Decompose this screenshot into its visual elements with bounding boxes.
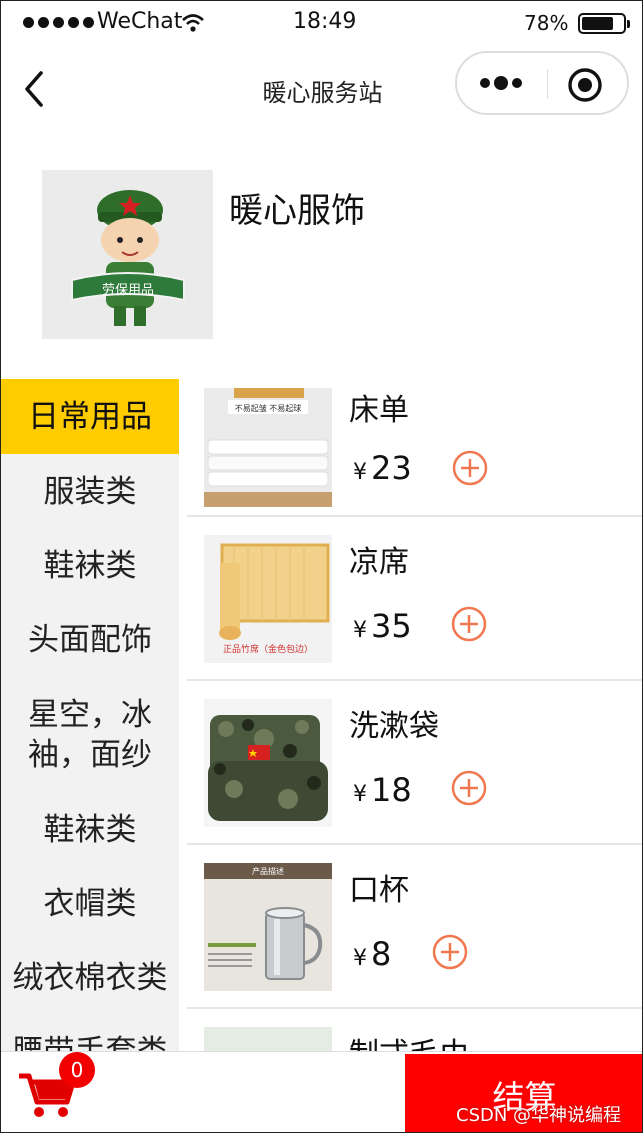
mini-program-capsule [455, 51, 629, 115]
price-value: 23 [371, 449, 412, 487]
product-price: ¥23 [353, 449, 412, 487]
product-name: 洗漱袋 [349, 709, 439, 744]
product-name: 口杯 [349, 873, 409, 908]
product-card[interactable]: 洗漱袋 ¥18 [187, 681, 642, 843]
category-item-shoes-socks-2[interactable]: 鞋袜类 [1, 793, 179, 867]
signal-strength-icon [23, 17, 94, 28]
product-card[interactable]: 正品竹席（金色包边） 凉席 ¥35 [187, 517, 642, 679]
category-item-shoes-socks[interactable]: 鞋袜类 [1, 529, 179, 603]
product-list: 不易起皱 不易起球 床单 ¥23 正品竹席（金色包边） 凉席 ¥ 35 洗漱袋 … [187, 379, 642, 1051]
product-image [204, 699, 332, 827]
carrier-name: WeChat [97, 9, 183, 34]
product-price: ¥35 [353, 607, 412, 645]
currency-symbol: ¥ [353, 946, 367, 971]
category-item-coats[interactable]: 绒衣棉衣类 [1, 941, 179, 1015]
product-image [204, 1027, 332, 1051]
battery-icon [578, 13, 630, 34]
product-image: 正品竹席（金色包边） [204, 535, 332, 663]
add-to-cart-icon[interactable] [450, 605, 488, 643]
product-image-caption: 不易起皱 不易起球 [235, 403, 302, 413]
capsule-divider [547, 69, 548, 99]
category-item-hats[interactable]: 衣帽类 [1, 867, 179, 941]
category-item-sleeves-veils[interactable]: 星空，冰袖，面纱 [1, 677, 179, 793]
price-value: 35 [371, 607, 412, 645]
more-dots-icon[interactable] [479, 73, 525, 93]
shop-name: 暖心服饰 [229, 191, 365, 231]
price-value: 18 [371, 771, 412, 809]
category-sidebar: 日常用品 服装类 鞋袜类 头面配饰 星空，冰袖，面纱 鞋袜类 衣帽类 绒衣棉衣类… [1, 379, 179, 1051]
product-card[interactable]: 制式毛巾 [187, 1009, 642, 1051]
status-bar: WeChat 18:49 78% [1, 1, 642, 47]
product-image-caption: 正品竹席（金色包边） [223, 643, 313, 655]
currency-symbol: ¥ [353, 460, 367, 485]
shop-header: 劳保用品 暖心服饰 [1, 131, 642, 379]
product-card[interactable]: 不易起皱 不易起球 床单 ¥23 [187, 379, 642, 515]
product-image-caption: 产品描述 [252, 866, 284, 876]
product-price: ¥8 [353, 935, 391, 973]
navigation-bar: 暖心服务站 [1, 47, 642, 131]
product-name: 凉席 [349, 545, 409, 580]
currency-symbol: ¥ [353, 618, 367, 643]
category-item-belts-gloves[interactable]: 腰带手套类 [1, 1015, 179, 1051]
add-to-cart-icon[interactable] [450, 769, 488, 807]
logo-caption: 劳保用品 [102, 282, 154, 298]
battery-percent: 78% [524, 11, 569, 35]
category-item-daily[interactable]: 日常用品 [1, 379, 179, 454]
phone-screen: WeChat 18:49 78% 暖心服务站 劳保用品 暖心服饰 日常用品 服装… [0, 0, 643, 1133]
currency-symbol: ¥ [353, 782, 367, 807]
cart-count-badge: 0 [59, 1052, 95, 1088]
product-image: 产品描述 [204, 863, 332, 991]
close-target-icon[interactable] [567, 67, 603, 103]
product-name: 床单 [349, 393, 409, 428]
product-image: 不易起皱 不易起球 [204, 388, 332, 507]
clock: 18:49 [293, 9, 357, 34]
product-name: 制式毛巾 [349, 1029, 469, 1051]
category-item-clothing[interactable]: 服装类 [1, 454, 179, 529]
shop-logo: 劳保用品 [42, 170, 213, 339]
wifi-icon [182, 14, 204, 32]
category-item-headwear[interactable]: 头面配饰 [1, 603, 179, 677]
product-card[interactable]: 产品描述 口杯 ¥8 [187, 845, 642, 1007]
watermark: CSDN @华神说编程 [456, 1105, 622, 1126]
product-price: ¥18 [353, 771, 412, 809]
add-to-cart-icon[interactable] [451, 449, 489, 487]
add-to-cart-icon[interactable] [431, 933, 469, 971]
price-value: 8 [371, 935, 392, 973]
